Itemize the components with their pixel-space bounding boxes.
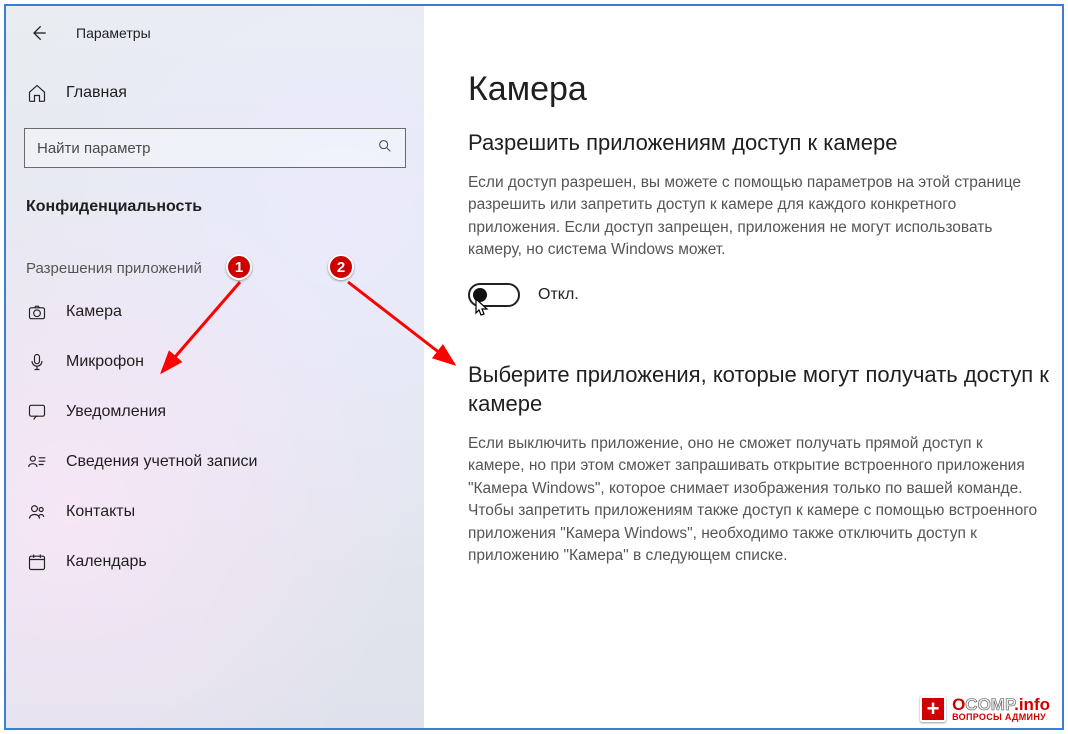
content: Камера Разрешить приложениям доступ к ка… bbox=[424, 6, 1062, 728]
contacts-icon bbox=[26, 501, 48, 523]
camera-icon bbox=[26, 301, 48, 323]
toggle-label: Откл. bbox=[538, 286, 579, 304]
sidebar-item-microphone[interactable]: Микрофон bbox=[6, 337, 424, 387]
sidebar-item-label: Календарь bbox=[66, 553, 147, 571]
category-title: Конфиденциальность bbox=[6, 188, 424, 238]
calendar-icon bbox=[26, 551, 48, 573]
toggle-knob bbox=[473, 288, 487, 302]
sidebar-item-calendar[interactable]: Календарь bbox=[6, 537, 424, 587]
microphone-icon bbox=[26, 351, 48, 373]
watermark-plus-icon: + bbox=[920, 696, 946, 722]
sidebar-item-camera[interactable]: Камера bbox=[6, 287, 424, 337]
watermark-sub: ВОПРОСЫ АДМИНУ bbox=[952, 713, 1050, 722]
nav-home-label: Главная bbox=[66, 84, 127, 102]
page-title: Камера bbox=[468, 70, 1062, 109]
section2-body: Если выключить приложение, оно не сможет… bbox=[468, 433, 1062, 568]
camera-access-toggle[interactable] bbox=[468, 283, 520, 307]
sidebar-item-label: Уведомления bbox=[66, 403, 166, 421]
notifications-icon bbox=[26, 401, 48, 423]
titlebar: Параметры bbox=[6, 20, 424, 64]
settings-window: Параметры Главная Конфиденциальность Раз… bbox=[4, 4, 1064, 730]
sidebar-item-account-info[interactable]: Сведения учетной записи bbox=[6, 437, 424, 487]
back-button[interactable] bbox=[26, 20, 52, 46]
camera-access-toggle-row: Откл. bbox=[468, 283, 1062, 307]
window-title: Параметры bbox=[76, 25, 151, 41]
search-box[interactable] bbox=[24, 128, 406, 168]
watermark-site: OCOMP.info bbox=[952, 696, 1050, 713]
sidebar-item-label: Контакты bbox=[66, 503, 135, 521]
sidebar-item-label: Камера bbox=[66, 303, 122, 321]
section2-heading: Выберите приложения, которые могут получ… bbox=[468, 361, 1062, 418]
section1-body: Если доступ разрешен, вы можете с помощь… bbox=[468, 172, 1062, 262]
sidebar-item-contacts[interactable]: Контакты bbox=[6, 487, 424, 537]
search-icon bbox=[377, 138, 393, 159]
arrow-left-icon bbox=[29, 23, 49, 43]
account-info-icon bbox=[26, 451, 48, 473]
home-icon bbox=[26, 82, 48, 104]
nav-home[interactable]: Главная bbox=[6, 64, 424, 122]
watermark: + OCOMP.info ВОПРОСЫ АДМИНУ bbox=[912, 692, 1058, 726]
search-input[interactable] bbox=[37, 140, 377, 157]
sidebar-item-label: Микрофон bbox=[66, 353, 144, 371]
sidebar: Параметры Главная Конфиденциальность Раз… bbox=[6, 6, 424, 728]
section1-heading: Разрешить приложениям доступ к камере bbox=[468, 129, 1062, 158]
sidebar-item-label: Сведения учетной записи bbox=[66, 453, 257, 471]
group-title: Разрешения приложений bbox=[6, 238, 424, 287]
sidebar-item-notifications[interactable]: Уведомления bbox=[6, 387, 424, 437]
